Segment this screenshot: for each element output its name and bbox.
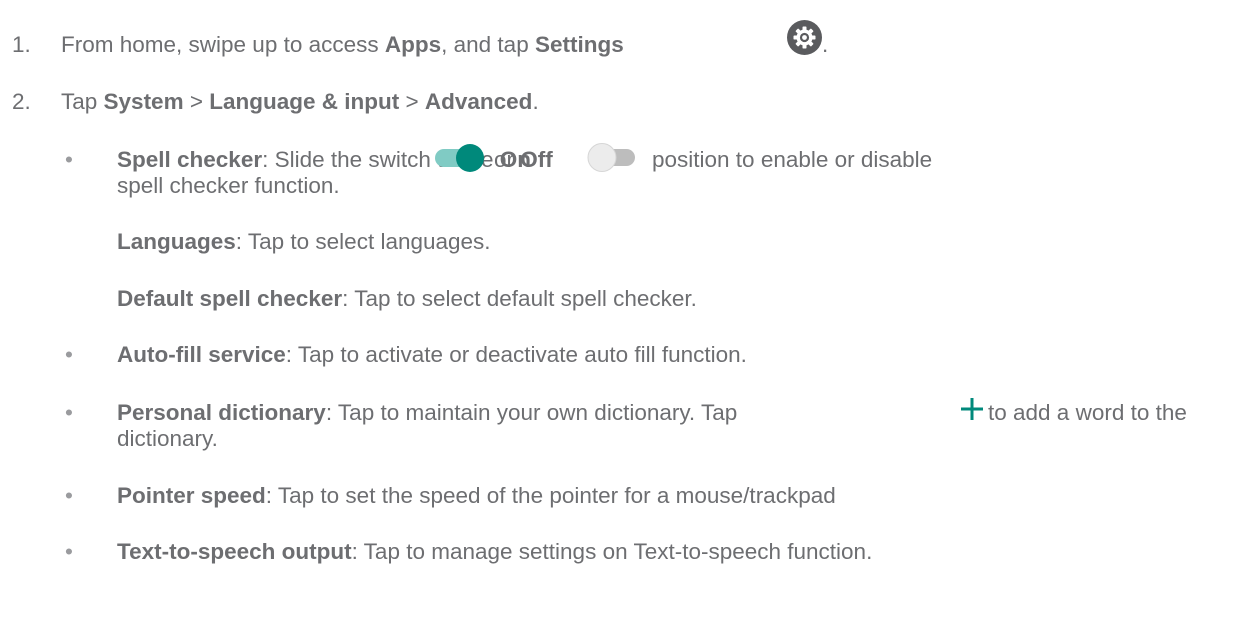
- bullet: •: [65, 539, 73, 564]
- languages-item: Languages: Tap to select languages.: [117, 229, 491, 254]
- pointer-speed-item: Pointer speed: Tap to set the speed of t…: [117, 483, 836, 508]
- system-label: System: [103, 89, 184, 114]
- toggle-off-icon: [585, 141, 639, 179]
- personal-dictionary-desc-line2: dictionary.: [117, 426, 218, 451]
- apps-label: Apps: [384, 32, 442, 57]
- toggle-on-icon: [434, 141, 488, 179]
- spell-checker-desc-line2: spell checker function.: [117, 173, 340, 198]
- text-to-speech-item: Text-to-speech output: Tap to manage set…: [117, 539, 873, 564]
- step-2-text: Tap System > Language & input > Advanced…: [61, 89, 539, 114]
- step-1-period: .: [822, 32, 829, 57]
- off-label: Off: [520, 147, 553, 172]
- personal-dictionary-desc-end: to add a word to the: [988, 400, 1187, 425]
- bullet: •: [65, 483, 73, 508]
- plus-icon: [960, 397, 984, 427]
- bullet: •: [65, 147, 73, 172]
- language-input-label: Language & input: [209, 89, 400, 114]
- personal-dictionary-item: Personal dictionary: Tap to maintain you…: [117, 400, 738, 425]
- bullet: •: [65, 400, 73, 425]
- step-1-text: From home, swipe up to access Apps, and …: [61, 32, 624, 57]
- settings-gear-icon: [787, 20, 822, 61]
- autofill-item: Auto-fill service: Tap to activate or de…: [117, 342, 747, 367]
- settings-label: Settings: [534, 32, 624, 57]
- advanced-label: Advanced: [424, 89, 533, 114]
- bullet: •: [65, 342, 73, 367]
- step-number: 1.: [12, 32, 31, 57]
- step-number: 2.: [12, 89, 31, 114]
- or-text: or Off: [494, 147, 553, 172]
- spell-checker-desc-end: position to enable or disable: [652, 147, 933, 172]
- default-spell-checker-item: Default spell checker: Tap to select def…: [117, 286, 697, 311]
